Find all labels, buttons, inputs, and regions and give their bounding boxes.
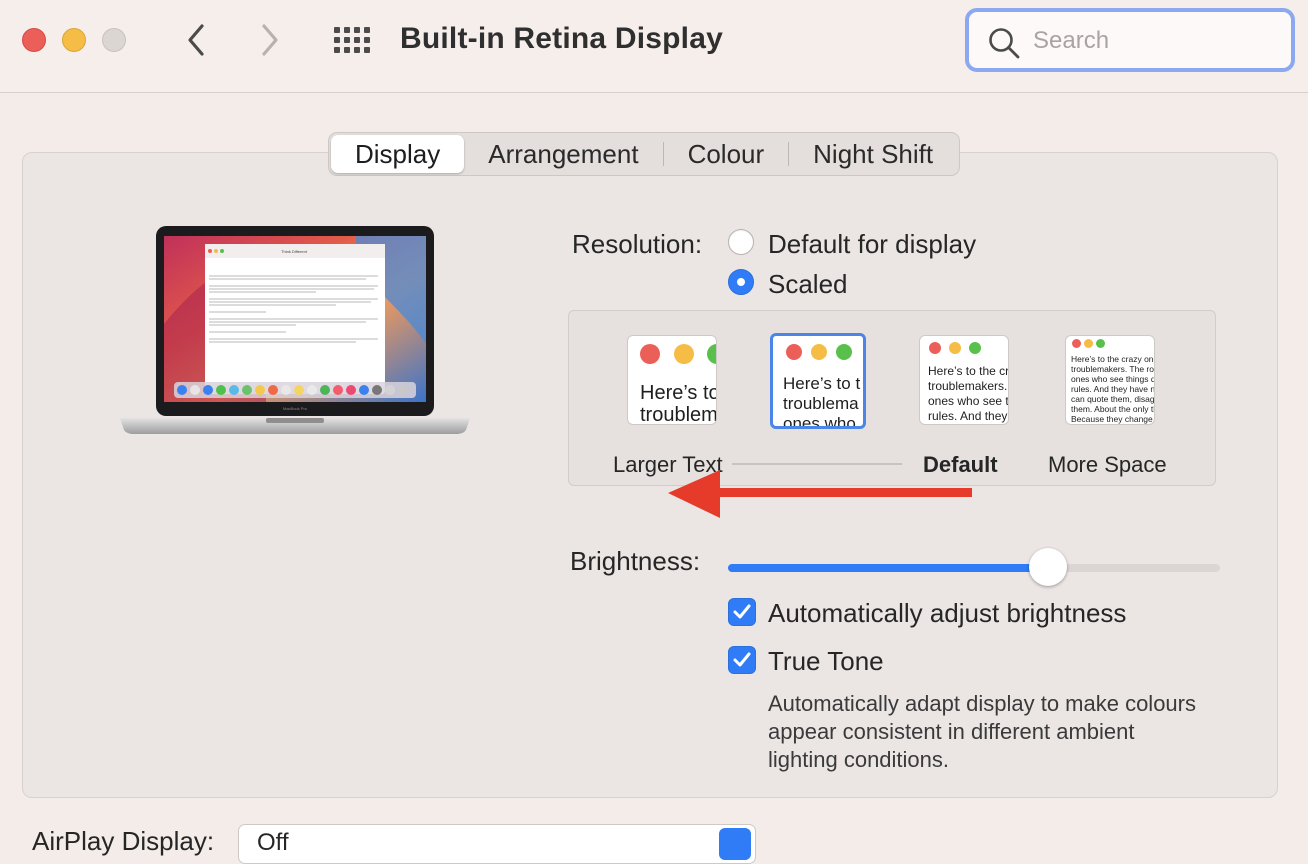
- laptop-doc-title: Think Different: [281, 249, 308, 254]
- airplay-display-select[interactable]: Off: [238, 824, 756, 864]
- laptop-illustration: Think Different MacBook Pro: [116, 224, 474, 444]
- search-field[interactable]: [965, 8, 1295, 72]
- close-window-button[interactable]: [22, 28, 46, 52]
- true-tone-checkbox[interactable]: [728, 646, 756, 674]
- tab-bar: Display Arrangement Colour Night Shift: [328, 132, 961, 176]
- mini-zoom-dot: [969, 342, 981, 354]
- true-tone-description: Automatically adapt display to make colo…: [768, 690, 1196, 774]
- brightness-label: Brightness:: [570, 546, 701, 576]
- laptop-device-label: MacBook Pro: [283, 406, 308, 411]
- scale-option-default[interactable]: Here’s to the cr troublemakers. ones who…: [919, 335, 1009, 425]
- auto-brightness-label[interactable]: Automatically adjust brightness: [768, 598, 1126, 629]
- airplay-display-label: AirPlay Display:: [32, 826, 215, 856]
- description-line: appear consistent in different ambient: [768, 719, 1135, 744]
- tab-arrangement[interactable]: Arrangement: [464, 135, 662, 173]
- radio-default-for-display[interactable]: [728, 229, 754, 255]
- mini-minimize-dot: [811, 344, 827, 360]
- red-arrow-annotation: [668, 470, 972, 518]
- brightness-slider-fill: [728, 564, 1048, 572]
- brightness-slider[interactable]: [728, 548, 1220, 586]
- chevron-left-icon: [188, 24, 204, 56]
- mini-close-dot: [640, 344, 660, 364]
- zoom-window-button[interactable]: [102, 28, 126, 52]
- radio-scaled[interactable]: [728, 269, 754, 295]
- option-default-for-display-label[interactable]: Default for display: [768, 229, 976, 260]
- scale-option-larger-text[interactable]: Here’s to t troublema: [627, 335, 717, 425]
- checkmark-icon: [733, 604, 751, 619]
- scale-option-selected[interactable]: Here’s to t troublema ones who: [770, 333, 866, 429]
- description-line: Automatically adapt display to make colo…: [768, 691, 1196, 716]
- grid-icon: [334, 27, 370, 53]
- true-tone-label[interactable]: True Tone: [768, 646, 884, 677]
- description-line: lighting conditions.: [768, 747, 950, 772]
- scale-label-more-space: More Space: [1048, 452, 1167, 477]
- tab-display[interactable]: Display: [331, 135, 465, 173]
- scale-sample-text: Here’s to the cr troublemakers. ones who…: [928, 364, 1009, 423]
- auto-brightness-checkbox[interactable]: [728, 598, 756, 626]
- option-scaled-label[interactable]: Scaled: [768, 269, 848, 300]
- mini-zoom-dot: [836, 344, 852, 360]
- tab-colour[interactable]: Colour: [664, 135, 789, 173]
- mini-minimize-dot: [949, 342, 961, 354]
- search-icon: [989, 28, 1020, 59]
- mini-close-dot: [1072, 339, 1081, 348]
- airplay-display-value: Off: [257, 829, 289, 856]
- toolbar: Built-in Retina Display: [0, 0, 1308, 93]
- mini-close-dot: [786, 344, 802, 360]
- mini-minimize-dot: [674, 344, 694, 364]
- minimize-window-button[interactable]: [62, 28, 86, 52]
- scale-sample-text: Here’s to the crazy ones troublemakers. …: [1071, 354, 1155, 424]
- checkmark-icon: [733, 652, 751, 667]
- laptop-image: Think Different MacBook Pro: [120, 226, 470, 434]
- search-input[interactable]: [1031, 20, 1285, 62]
- show-all-button[interactable]: [332, 25, 372, 55]
- select-arrows-icon: [719, 828, 751, 860]
- brightness-slider-knob[interactable]: [1028, 548, 1067, 586]
- chevron-right-icon: [262, 24, 278, 56]
- scale-option-more-space[interactable]: Here’s to the crazy ones troublemakers. …: [1065, 335, 1155, 425]
- scale-sample-text: Here’s to t troublema: [640, 382, 717, 425]
- window-title: Built-in Retina Display: [400, 22, 723, 55]
- mini-zoom-dot: [707, 344, 716, 364]
- scale-sample-text: Here’s to t troublema ones who: [783, 374, 861, 429]
- tab-night-shift[interactable]: Night Shift: [789, 135, 957, 173]
- scale-range-line: [732, 463, 902, 465]
- mini-close-dot: [929, 342, 941, 354]
- mini-zoom-dot: [1096, 339, 1105, 348]
- forward-button[interactable]: [256, 22, 286, 58]
- mini-minimize-dot: [1084, 339, 1093, 348]
- back-button[interactable]: [182, 22, 212, 58]
- resolution-label: Resolution:: [572, 229, 703, 259]
